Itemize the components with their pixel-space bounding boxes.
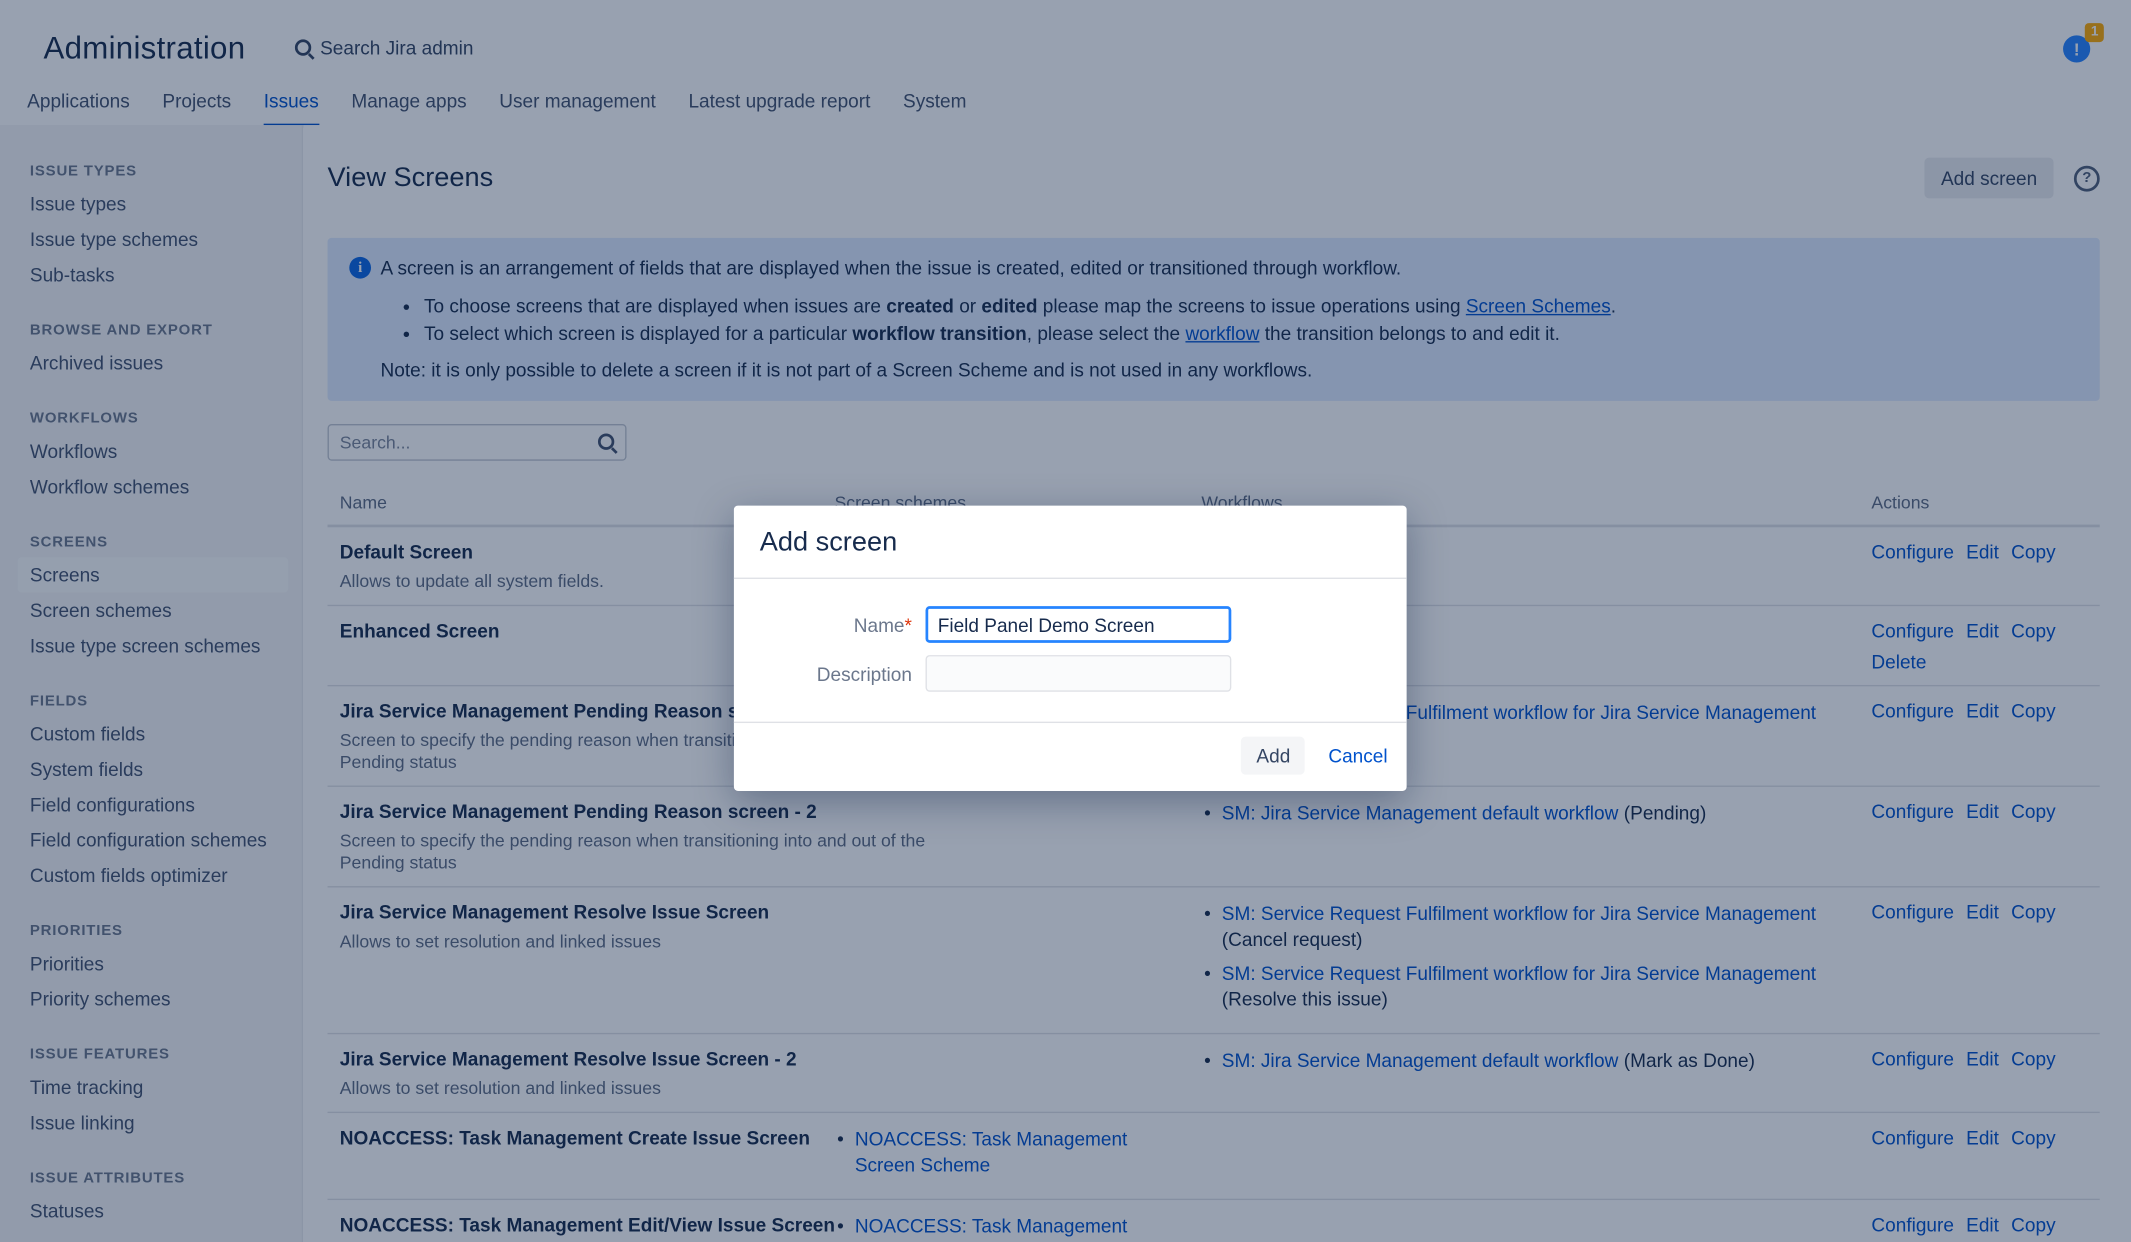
required-asterisk: *	[905, 614, 912, 636]
cancel-button[interactable]: Cancel	[1328, 745, 1387, 767]
dialog-title: Add screen	[734, 506, 1407, 579]
name-label: Name*	[734, 614, 926, 636]
name-field[interactable]	[926, 606, 1232, 643]
add-screen-dialog: Add screen Name* Description Add Cancel	[734, 506, 1407, 791]
description-field[interactable]	[926, 655, 1232, 692]
description-label: Description	[734, 663, 926, 685]
jira-admin-page: Administration Search Jira admin ! 1 App…	[0, 0, 2131, 1242]
add-button[interactable]: Add	[1241, 737, 1305, 775]
